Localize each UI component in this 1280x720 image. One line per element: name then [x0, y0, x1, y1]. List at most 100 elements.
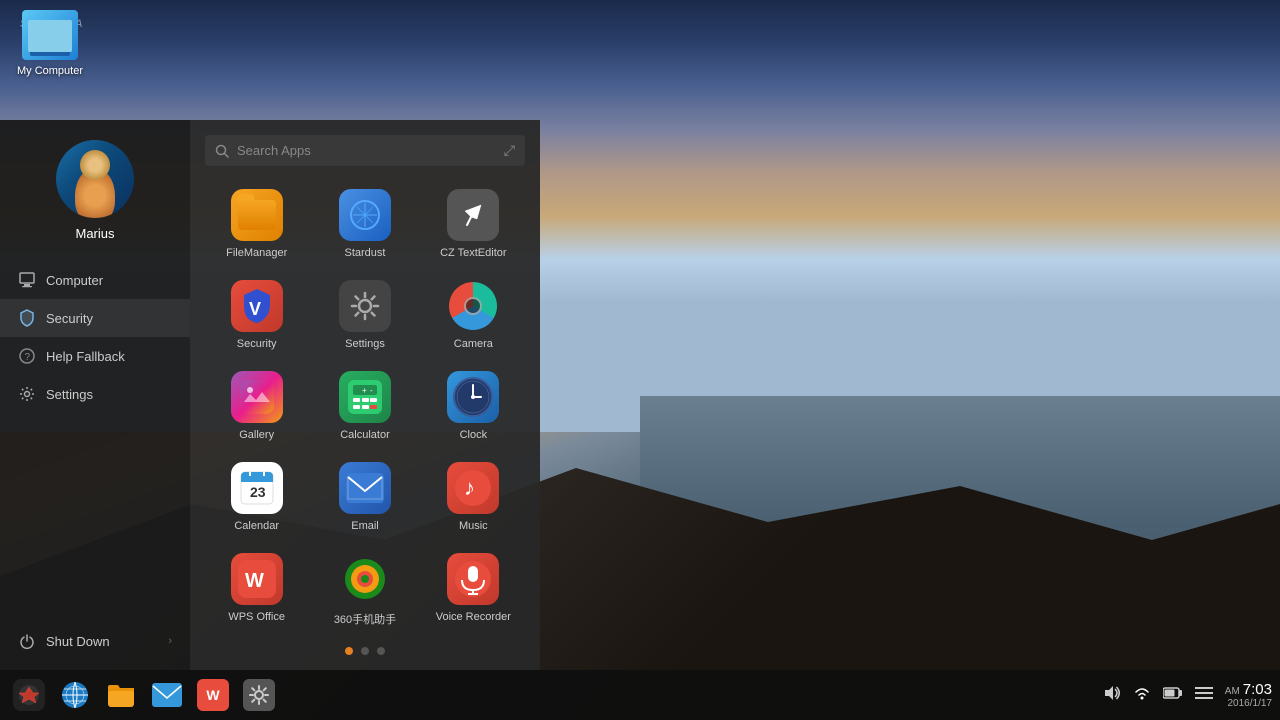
gear-icon [18, 385, 36, 403]
mail-icon [151, 679, 183, 711]
music-icon: ♪ [447, 462, 499, 514]
wpsoffice-icon: W [231, 553, 283, 605]
sidebar-item-computer[interactable]: Computer [0, 261, 190, 299]
battery-icon[interactable] [1163, 686, 1183, 705]
app-item-camera[interactable]: Camera [422, 272, 525, 358]
svg-text:-: - [370, 386, 373, 395]
sidebar-item-security-label: Security [46, 311, 93, 326]
clock-icon [447, 371, 499, 423]
stardust-icon [339, 189, 391, 241]
app-label-camera: Camera [454, 338, 493, 350]
app-item-settings[interactable]: Settings [313, 272, 416, 358]
page-dot-3[interactable] [377, 647, 385, 655]
sidebar-item-help-label: Help Fallback [46, 349, 125, 364]
svg-text:+: + [362, 386, 367, 395]
app-item-gallery[interactable]: Gallery [205, 363, 308, 449]
sidebar-item-security[interactable]: Security [0, 299, 190, 337]
svg-text:W: W [245, 570, 264, 592]
wifi-icon[interactable] [1133, 684, 1151, 707]
svg-text:?: ? [25, 352, 31, 363]
shield-icon [18, 309, 36, 327]
app-grid: ⤢ FileManager [190, 120, 540, 670]
volume-icon[interactable] [1103, 684, 1121, 707]
app-label-filemanager: FileManager [226, 247, 287, 259]
expand-icon[interactable]: ⤢ [504, 142, 515, 159]
app-item-email[interactable]: Email [313, 454, 416, 540]
filemanager-icon [231, 189, 283, 241]
desktop-icon-mycomputer[interactable]: My Computer [10, 10, 90, 77]
wps-taskbar-icon: W [197, 679, 229, 711]
power-icon [18, 632, 36, 650]
settings-taskbar-icon [243, 679, 275, 711]
start-menu: Marius Computer Security [0, 120, 540, 670]
app-item-calendar[interactable]: 23 Calendar [205, 454, 308, 540]
svg-text:V: V [249, 299, 261, 319]
app-label-voicerecorder: Voice Recorder [436, 611, 511, 623]
app-label-settings: Settings [345, 338, 385, 350]
app-item-filemanager[interactable]: FileManager [205, 181, 308, 267]
browser-icon [59, 679, 91, 711]
page-dot-1[interactable] [345, 647, 353, 655]
search-icon [215, 144, 229, 158]
sidebar-item-computer-label: Computer [46, 273, 103, 288]
security-app-icon: V [231, 280, 283, 332]
taskbar-app-mail[interactable] [146, 674, 188, 716]
app-item-wpsoffice[interactable]: W WPS Office [205, 545, 308, 635]
apps-grid: FileManager Stardust [205, 181, 525, 635]
taskbar-app-launcher[interactable] [8, 674, 50, 716]
calendar-icon: 23 [231, 462, 283, 514]
sidebar-item-shutdown[interactable]: Shut Down › [0, 622, 190, 660]
app-label-gallery: Gallery [239, 429, 274, 441]
sidebar-item-settings-label: Settings [46, 387, 93, 402]
cztexteditor-icon [447, 189, 499, 241]
my-computer-icon [22, 10, 78, 60]
clock-date: 2016/1/17 [1225, 698, 1272, 709]
app-label-cztexteditor: CZ TextEditor [440, 247, 506, 259]
app-item-stardust[interactable]: Stardust [313, 181, 416, 267]
taskbar-right: AM 7:03 2016/1/17 [1103, 681, 1272, 709]
app-label-email: Email [351, 520, 379, 532]
app-item-calculator[interactable]: - + Calculator [313, 363, 416, 449]
app-item-security[interactable]: V Security [205, 272, 308, 358]
voicerecorder-icon [447, 553, 499, 605]
avatar [56, 140, 134, 218]
app-label-calculator: Calculator [340, 429, 390, 441]
desktop-icon-label: My Computer [17, 65, 83, 77]
sidebar-item-help[interactable]: ? Help Fallback [0, 337, 190, 375]
camera-icon [447, 280, 499, 332]
search-input[interactable] [237, 143, 496, 158]
taskbar-clock: AM 7:03 2016/1/17 [1225, 681, 1272, 709]
files-icon [105, 679, 137, 711]
app-item-360[interactable]: 360手机助手 [313, 545, 416, 635]
360-icon [339, 553, 391, 605]
taskbar-app-browser[interactable] [54, 674, 96, 716]
app-label-music: Music [459, 520, 488, 532]
email-icon [339, 462, 391, 514]
search-bar: ⤢ [205, 135, 525, 166]
sidebar-item-settings[interactable]: Settings [0, 375, 190, 413]
clock-time: 7:03 [1243, 681, 1272, 698]
taskbar-app-wps[interactable]: W [192, 674, 234, 716]
app-item-music[interactable]: ♪ Music [422, 454, 525, 540]
app-item-voicerecorder[interactable]: Voice Recorder [422, 545, 525, 635]
chevron-right-icon: › [168, 635, 172, 647]
app-label-calendar: Calendar [234, 520, 279, 532]
taskbar-apps: W [8, 674, 1103, 716]
taskbar-app-settings[interactable] [238, 674, 280, 716]
app-item-clock[interactable]: Clock [422, 363, 525, 449]
page-dot-2[interactable] [361, 647, 369, 655]
app-label-wpsoffice: WPS Office [228, 611, 285, 623]
page-indicators [205, 647, 525, 655]
app-label-security: Security [237, 338, 277, 350]
svg-text:♪: ♪ [464, 475, 475, 500]
menu-lines-icon[interactable] [1195, 686, 1213, 705]
app-label-clock: Clock [460, 429, 488, 441]
settings-app-icon [339, 280, 391, 332]
taskbar: W [0, 670, 1280, 720]
sidebar: Marius Computer Security [0, 120, 190, 670]
taskbar-app-files[interactable] [100, 674, 142, 716]
monitor-icon [18, 271, 36, 289]
launcher-icon [13, 679, 45, 711]
app-item-cztexteditor[interactable]: CZ TextEditor [422, 181, 525, 267]
gallery-icon [231, 371, 283, 423]
